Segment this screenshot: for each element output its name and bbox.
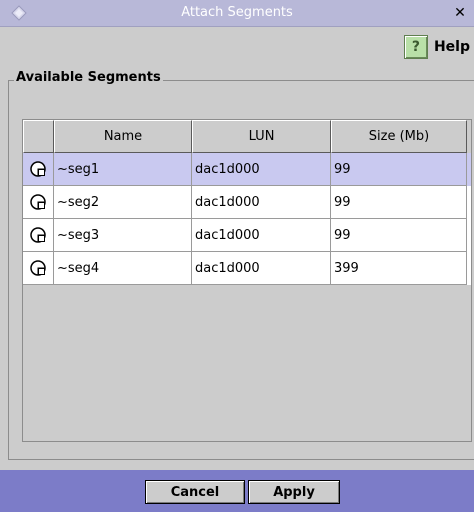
table-header: Name LUN Size (Mb) [23,120,471,153]
segment-name: ~seg1 [54,153,192,186]
table-row[interactable]: ~seg2 dac1d000 99 [23,186,471,219]
column-header-lun[interactable]: LUN [192,120,331,153]
segment-name: ~seg3 [54,219,192,252]
segment-lun: dac1d000 [192,153,331,186]
segment-icon [23,252,54,285]
table-row[interactable]: ~seg4 dac1d000 399 [23,252,471,285]
button-bar: Cancel Apply [0,470,474,512]
table-row[interactable]: ~seg3 dac1d000 99 [23,219,471,252]
help-label: Help [433,39,470,55]
cancel-button[interactable]: Cancel [145,480,245,504]
toolbar: ? Help [0,27,474,66]
segment-icon [23,219,54,252]
segment-name: ~seg4 [54,252,192,285]
close-icon[interactable]: ✕ [452,5,468,21]
segment-size: 99 [331,219,467,252]
segments-table: Name LUN Size (Mb) ~seg1 dac1d000 99 ~se… [22,119,472,442]
segment-icon [23,153,54,186]
segment-size: 399 [331,252,467,285]
column-header-icon[interactable] [23,120,54,153]
bottom-spacer [0,460,474,470]
segment-name: ~seg2 [54,186,192,219]
group-title: Available Segments [14,70,163,85]
segment-lun: dac1d000 [192,186,331,219]
column-header-name[interactable]: Name [54,120,192,153]
table-row[interactable]: ~seg1 dac1d000 99 [23,153,471,186]
help-button[interactable]: ? Help [403,34,470,60]
attach-segments-window: Attach Segments ✕ ? Help Available Segme… [0,0,474,512]
apply-button[interactable]: Apply [248,480,340,504]
title-bar[interactable]: Attach Segments ✕ [0,0,474,27]
table-body: ~seg1 dac1d000 99 ~seg2 dac1d000 99 ~seg… [23,153,471,285]
segment-lun: dac1d000 [192,252,331,285]
segment-size: 99 [331,153,467,186]
segment-lun: dac1d000 [192,219,331,252]
segment-icon [23,186,54,219]
window-title: Attach Segments [181,5,293,20]
segment-size: 99 [331,186,467,219]
help-icon: ? [403,35,428,59]
column-header-size[interactable]: Size (Mb) [331,120,467,153]
